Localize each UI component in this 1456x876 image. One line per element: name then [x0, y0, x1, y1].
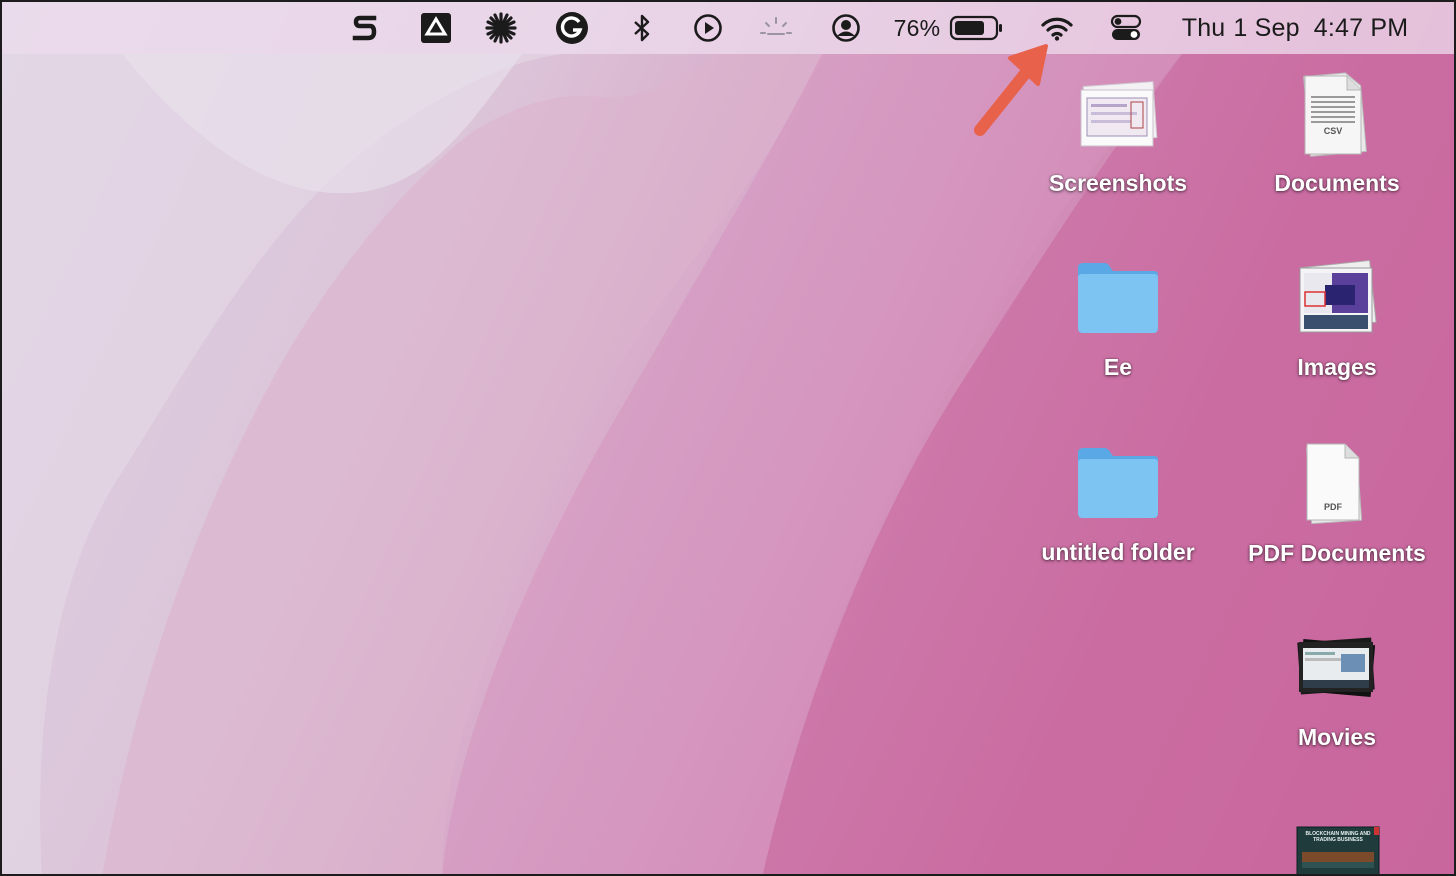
- drive-icon[interactable]: [418, 2, 454, 54]
- setapp-icon[interactable]: [348, 2, 382, 54]
- desktop-item-partial[interactable]: BLOCKCHAIN MINING AND TRADING BUSINESS: [1296, 826, 1380, 874]
- svg-text:PDF: PDF: [1324, 502, 1343, 512]
- folder-icon: [1078, 448, 1158, 518]
- movies-stack-icon: [1297, 637, 1376, 698]
- item-label: Movies: [1298, 724, 1376, 750]
- item-label: Images: [1297, 354, 1377, 380]
- item-label: Ee: [1103, 354, 1133, 380]
- clock-time: 4:47 PM: [1313, 13, 1409, 42]
- play-icon[interactable]: [691, 2, 725, 54]
- desktop-item-movies[interactable]: Movies: [1257, 630, 1417, 758]
- clock-date: 1 Sep: [1233, 13, 1300, 42]
- desktop-item-documents[interactable]: CSV Documents: [1257, 68, 1417, 204]
- svg-text:CSV: CSV: [1324, 126, 1343, 136]
- desktop: 76% Thu 1 Sep 4:47 PM Screenshots CSV Do…: [0, 0, 1456, 876]
- bluetooth-icon[interactable]: [628, 2, 656, 54]
- desktop-item-untitled-folder[interactable]: untitled folder: [1038, 445, 1198, 573]
- folder-icon: [1078, 263, 1158, 333]
- desktop-item-pdf-documents[interactable]: PDF PDF Documents: [1248, 440, 1426, 573]
- pdf-stack-icon: PDF: [1305, 443, 1363, 525]
- partial-item-caption: BLOCKCHAIN MINING AND TRADING BUSINESS: [1305, 831, 1371, 843]
- menu-bar: 76% Thu 1 Sep 4:47 PM: [2, 2, 1454, 54]
- brightness-icon[interactable]: [757, 2, 795, 54]
- desktop-item-images[interactable]: Images: [1257, 258, 1417, 388]
- control-center-icon[interactable]: [1108, 2, 1144, 54]
- documents-stack-icon: CSV: [1303, 72, 1367, 157]
- menu-bar-clock[interactable]: Thu 1 Sep 4:47 PM: [1170, 2, 1420, 54]
- battery-percentage[interactable]: 76%: [892, 2, 942, 54]
- clock-day: Thu: [1181, 13, 1226, 42]
- desktop-item-ee-folder[interactable]: Ee: [1038, 260, 1198, 388]
- grammarly-icon[interactable]: [553, 2, 591, 54]
- user-icon[interactable]: [829, 2, 863, 54]
- item-label: Documents: [1274, 170, 1400, 196]
- desktop-item-screenshots[interactable]: Screenshots: [1038, 72, 1198, 204]
- item-label: Screenshots: [1048, 170, 1188, 196]
- images-stack-icon: [1299, 259, 1377, 333]
- screenshots-stack-icon: [1080, 81, 1158, 147]
- perplexity-icon[interactable]: [482, 2, 520, 54]
- wallpaper: [2, 54, 1454, 874]
- item-label: untitled folder: [1041, 539, 1195, 565]
- item-label: PDF Documents: [1248, 540, 1426, 566]
